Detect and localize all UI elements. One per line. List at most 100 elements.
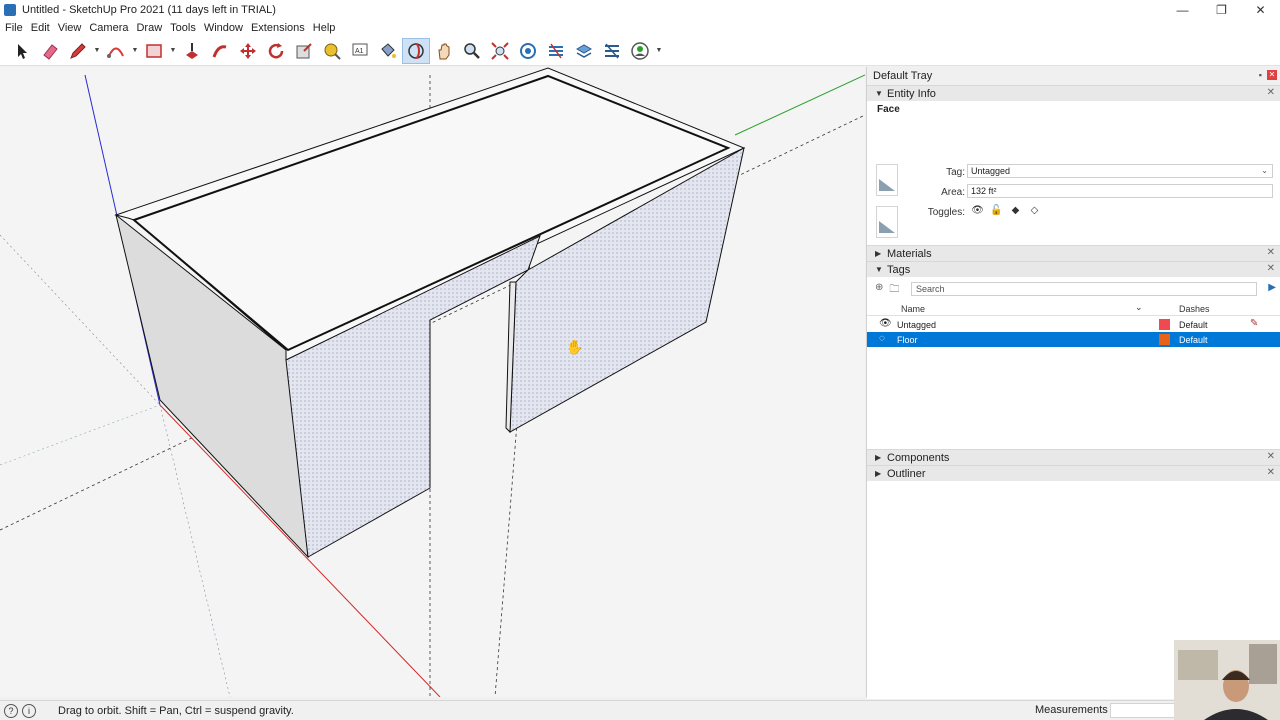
pin-icon[interactable]: ▪ xyxy=(1259,70,1262,80)
follow-me-icon[interactable] xyxy=(206,38,234,64)
eraser-icon[interactable] xyxy=(36,38,64,64)
user-account-dropdown-icon[interactable]: ▼ xyxy=(654,38,664,64)
menu-extensions[interactable]: Extensions xyxy=(250,22,312,34)
receive-shadows-icon[interactable]: ◇ xyxy=(1028,204,1041,217)
tray-title-bar: Default Tray ▪ ✕ xyxy=(867,67,1280,85)
webcam-overlay xyxy=(1174,640,1280,720)
visibility-eye-icon[interactable]: ◌ xyxy=(879,333,885,344)
model-viewport[interactable]: ✋ xyxy=(0,67,865,697)
select-icon[interactable] xyxy=(8,38,36,64)
tray-title: Default Tray xyxy=(873,70,933,82)
menu-tools[interactable]: Tools xyxy=(169,22,203,34)
layout-icon[interactable] xyxy=(570,38,598,64)
pan-icon[interactable] xyxy=(430,38,458,64)
entity-info-header[interactable]: ▼ Entity Info ✕ xyxy=(867,85,1280,101)
zoom-icon[interactable] xyxy=(458,38,486,64)
menu-draw[interactable]: Draw xyxy=(135,22,169,34)
3d-warehouse-icon[interactable] xyxy=(514,38,542,64)
tag-color-swatch[interactable] xyxy=(1159,334,1170,345)
menu-help[interactable]: Help xyxy=(312,22,343,34)
collapsed-triangle-icon: ▶ xyxy=(875,453,882,462)
visibility-eye-icon[interactable]: 👁 xyxy=(971,204,984,217)
tags-tools: ⊕ 🗀 xyxy=(875,282,899,299)
name-column-header[interactable]: Name xyxy=(901,304,925,314)
close-button[interactable]: ✕ xyxy=(1241,0,1280,20)
svg-text:A1: A1 xyxy=(355,48,364,55)
add-tag-icon[interactable]: ⊕ xyxy=(875,282,883,299)
expanded-triangle-icon: ▼ xyxy=(875,89,883,98)
tag-row-untagged[interactable]: 👁 Untagged Default ✎ xyxy=(867,317,1280,332)
menu-camera[interactable]: Camera xyxy=(88,22,135,34)
status-bar: ? i Drag to orbit. Shift = Pan, Ctrl = s… xyxy=(0,700,1280,720)
menu-edit[interactable]: Edit xyxy=(30,22,57,34)
front-material-swatch[interactable] xyxy=(876,164,898,196)
sort-chevron-icon[interactable]: ⌄ xyxy=(1135,302,1143,313)
paint-bucket-icon[interactable] xyxy=(374,38,402,64)
orbit-icon[interactable] xyxy=(402,37,430,64)
outliner-header[interactable]: ▶ Outliner ✕ xyxy=(867,465,1280,481)
details-arrow-icon[interactable]: ▶ xyxy=(1268,282,1276,293)
tag-row-floor[interactable]: ◌ Floor Default xyxy=(867,332,1280,347)
back-material-swatch[interactable] xyxy=(876,206,898,238)
extension-warehouse-icon[interactable] xyxy=(542,38,570,64)
zoom-extents-icon[interactable] xyxy=(486,38,514,64)
push-pull-icon[interactable] xyxy=(178,38,206,64)
visibility-eye-icon[interactable]: 👁 xyxy=(879,318,892,329)
lock-icon[interactable]: 🔓 xyxy=(990,204,1003,217)
tray-close-icon[interactable]: ✕ xyxy=(1267,70,1277,80)
tape-measure-icon[interactable] xyxy=(318,38,346,64)
pencil-dropdown-icon[interactable]: ▼ xyxy=(92,38,102,64)
minimize-button[interactable]: — xyxy=(1163,0,1202,20)
info-icon[interactable]: i xyxy=(22,703,36,718)
measurements-input[interactable] xyxy=(1110,703,1180,718)
move-icon[interactable] xyxy=(234,38,262,64)
entity-info-title: Entity Info xyxy=(887,87,936,100)
sketchup-app-icon xyxy=(4,4,16,16)
menu-view[interactable]: View xyxy=(57,22,89,34)
tag-select[interactable]: Untagged ⌄ xyxy=(967,164,1273,178)
cast-shadows-icon[interactable]: ◆ xyxy=(1009,204,1022,217)
entity-info-body: Face Tag: Untagged ⌄ Area: 132 ft² Toggl… xyxy=(867,101,1280,245)
rotate-icon[interactable] xyxy=(262,38,290,64)
panel-close-icon[interactable]: ✕ xyxy=(1267,263,1275,274)
restore-button[interactable]: ❐ xyxy=(1202,0,1241,20)
arc-icon[interactable] xyxy=(102,38,130,64)
add-folder-icon[interactable]: 🗀 xyxy=(889,282,899,299)
default-tray: Default Tray ▪ ✕ ▼ Entity Info ✕ Face Ta… xyxy=(866,67,1280,699)
tags-header[interactable]: ▼ Tags ✕ xyxy=(867,261,1280,277)
tag-dashes[interactable]: Default xyxy=(1179,320,1208,330)
tags-search-placeholder: Search xyxy=(916,284,945,294)
tags-title: Tags xyxy=(887,263,911,276)
measurements-label: Measurements xyxy=(1035,704,1108,716)
rectangle-dropdown-icon[interactable]: ▼ xyxy=(168,38,178,64)
area-field: 132 ft² xyxy=(967,184,1273,198)
components-header[interactable]: ▶ Components ✕ xyxy=(867,449,1280,465)
materials-header[interactable]: ▶ Materials ✕ xyxy=(867,245,1280,261)
dashes-column-header[interactable]: Dashes xyxy=(1179,304,1210,314)
rectangle-icon[interactable] xyxy=(140,38,168,64)
tags-column-header: Name ⌄ Dashes xyxy=(867,301,1280,316)
toggles-label: Toggles: xyxy=(927,207,965,218)
menu-window[interactable]: Window xyxy=(203,22,250,34)
green-axis xyxy=(734,74,865,136)
pencil-icon[interactable] xyxy=(64,38,92,64)
main-toolbar: ▼ ▼ ▼ A1 ▼ xyxy=(0,36,1280,66)
panel-close-icon[interactable]: ✕ xyxy=(1267,87,1275,98)
geo-location-icon[interactable]: ? xyxy=(4,703,18,718)
panel-close-icon[interactable]: ✕ xyxy=(1267,451,1275,462)
panel-close-icon[interactable]: ✕ xyxy=(1267,467,1275,478)
panel-close-icon[interactable]: ✕ xyxy=(1267,247,1275,258)
extension-manager-icon[interactable] xyxy=(598,38,626,64)
scale-icon[interactable] xyxy=(290,38,318,64)
arc-dropdown-icon[interactable]: ▼ xyxy=(130,38,140,64)
text-icon[interactable]: A1 xyxy=(346,38,374,64)
collapsed-triangle-icon: ▶ xyxy=(875,249,882,258)
tags-search-input[interactable]: Search xyxy=(911,282,1257,296)
user-account-icon[interactable] xyxy=(626,38,654,64)
menu-file[interactable]: File xyxy=(4,22,30,34)
tag-color-swatch[interactable] xyxy=(1159,319,1170,330)
model-scene[interactable]: ✋ xyxy=(0,67,865,697)
tag-dashes[interactable]: Default xyxy=(1179,335,1208,345)
tag-name: Floor xyxy=(897,335,918,345)
guide-line xyxy=(0,404,161,466)
